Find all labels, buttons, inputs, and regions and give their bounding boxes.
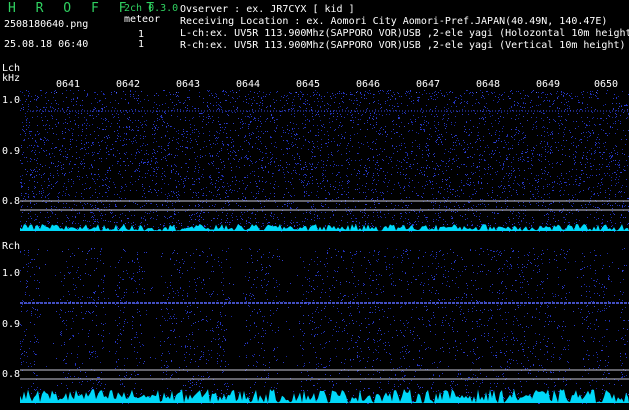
rch-y-label: 0.8	[2, 369, 21, 380]
rch-meteor-count: 1	[138, 39, 145, 50]
tick-dot	[236, 92, 237, 93]
rch-y-label: 1.0	[2, 268, 21, 279]
rch-y-label: 0.9	[2, 319, 21, 330]
time-tick: 0645	[296, 79, 321, 90]
lch-spectrogram-canvas	[20, 90, 629, 232]
lch-y-label: 0.8	[2, 196, 21, 207]
tick-dot	[116, 92, 117, 93]
lch-unit-label: kHz	[2, 73, 21, 84]
time-tick: 0650	[594, 79, 619, 90]
tick-dot	[536, 92, 537, 93]
time-tick: 0646	[356, 79, 381, 90]
rch-channel-label: Rch	[2, 241, 21, 252]
location-info: Receiving Location : ex. Aomori City Aom…	[180, 16, 608, 27]
lch-level-trace	[20, 224, 629, 231]
lch-receiver-info: L-ch:ex. UV5R 113.900Mhz(SAPPORO VOR)USB…	[180, 28, 629, 39]
tick-dot	[476, 92, 477, 93]
rch-spectrogram	[20, 248, 629, 404]
tick-dot	[176, 92, 177, 93]
time-tick: 0642	[116, 79, 141, 90]
tick-dot	[596, 92, 597, 93]
lch-y-label: 0.9	[2, 146, 21, 157]
date-time: 25.08.18 06:40	[4, 39, 89, 50]
observer-info: Ovserver : ex. JR7CYX [ kid ]	[180, 4, 355, 15]
time-tick: 0647	[416, 79, 441, 90]
time-tick: 0641	[56, 79, 81, 90]
time-tick: 0643	[176, 79, 201, 90]
lch-y-label: 1.0	[2, 95, 21, 106]
version-label: 2ch 0.3.0	[124, 3, 179, 14]
rch-receiver-info: R-ch:ex. UV5R 113.900Mhz(SAPPORO VOR)USB…	[180, 40, 626, 51]
meteor-label: meteor	[124, 14, 161, 25]
tick-dot	[416, 92, 417, 93]
rch-level-trace	[20, 389, 629, 403]
rch-spectrogram-canvas	[20, 248, 629, 404]
time-tick: 0644	[236, 79, 261, 90]
time-tick: 0648	[476, 79, 501, 90]
tick-dot	[296, 92, 297, 93]
noise-field	[20, 248, 629, 404]
tick-dot	[56, 92, 57, 93]
tick-dot	[356, 92, 357, 93]
file-name: 2508180640.png	[4, 19, 89, 30]
lch-spectrogram	[20, 90, 629, 232]
time-tick: 0649	[536, 79, 561, 90]
